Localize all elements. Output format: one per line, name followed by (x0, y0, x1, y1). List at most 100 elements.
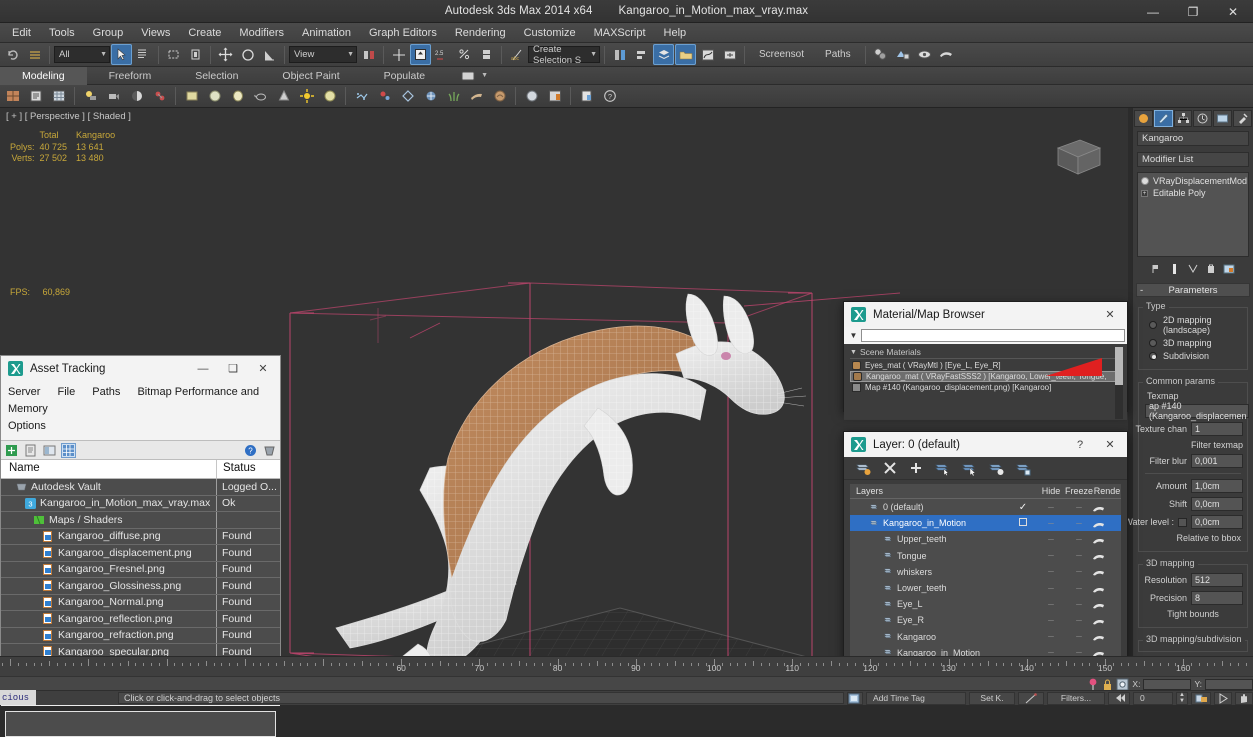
pan-hand-icon[interactable] (1235, 691, 1253, 705)
layer-render-cell[interactable] (1093, 616, 1121, 625)
window-crossing-icon[interactable] (185, 44, 206, 65)
remove-modifier-icon[interactable] (1204, 262, 1218, 276)
layer-current-cell[interactable] (1009, 518, 1037, 528)
particle-system-icon[interactable] (351, 86, 372, 107)
stack-item-modifier[interactable]: VRayDisplacementMod (1138, 175, 1248, 187)
material-entry-map140[interactable]: Map #140 (Kangaroo_displacement.png) [Ka… (850, 382, 1123, 393)
key-filter-icon[interactable] (1087, 677, 1099, 691)
column-hide[interactable]: Hide (1037, 484, 1065, 498)
selection-filter-combo[interactable]: All ▼ (54, 46, 110, 63)
key-filters-icon[interactable] (1191, 691, 1211, 705)
column-status[interactable]: Status (217, 460, 280, 478)
absolute-mode-icon[interactable] (1116, 678, 1129, 691)
coord-x-field[interactable] (1143, 678, 1192, 690)
layer-render-cell[interactable] (1093, 503, 1121, 512)
scene-explorer-icon[interactable] (675, 44, 696, 65)
lock-icon[interactable] (1102, 678, 1113, 691)
refresh-icon[interactable] (5, 444, 18, 457)
material-search-input[interactable] (861, 329, 1125, 342)
layer-row[interactable]: Tongue ─ ─ (850, 548, 1121, 564)
rollout-collapse-icon[interactable]: - (1140, 284, 1143, 297)
box-primitive-icon[interactable] (181, 86, 202, 107)
add-layer-icon[interactable] (909, 461, 923, 475)
maximize-button[interactable]: ❐ (1173, 0, 1213, 23)
list-view-icon[interactable] (24, 444, 37, 457)
column-name[interactable]: Name (1, 460, 217, 478)
table-row[interactable]: Kangaroo_diffuse.png Found (1, 528, 280, 545)
show-end-result-icon[interactable] (1168, 262, 1182, 276)
table-row[interactable]: Kangaroo_reflection.png Found (1, 611, 280, 628)
add-selection-to-layer-icon[interactable] (989, 461, 1004, 476)
radio-icon[interactable] (1149, 321, 1157, 329)
radio-3d-mapping[interactable]: 3D mapping (1149, 338, 1243, 348)
select-highlighted-layer-icon[interactable] (1016, 461, 1031, 476)
menu-create[interactable]: Create (179, 24, 230, 42)
reference-coordinate-combo[interactable]: View ▼ (289, 46, 357, 63)
layer-freeze-cell[interactable]: ─ (1065, 503, 1093, 512)
rectangular-selection-icon[interactable] (163, 44, 184, 65)
material-map-browser-window[interactable]: Material/Map Browser ✕ ▼ ▼ Scene Materia… (843, 301, 1128, 420)
at-menu-file[interactable]: File (57, 386, 75, 398)
column-layers[interactable]: Layers (850, 484, 1037, 498)
layer-freeze-cell[interactable]: ─ (1065, 616, 1093, 625)
select-objects-in-layer-icon[interactable] (935, 461, 950, 476)
material-editor-icon[interactable] (870, 44, 891, 65)
material-sphere-icon[interactable] (521, 86, 542, 107)
hair-fur-icon[interactable] (420, 86, 441, 107)
deform-icon[interactable] (489, 86, 510, 107)
table-row[interactable]: Kangaroo_refraction.png Found (1, 627, 280, 644)
menu-tools[interactable]: Tools (40, 24, 84, 42)
space-warp-icon[interactable] (374, 86, 395, 107)
time-tag-icon[interactable] (847, 691, 863, 705)
light-bulb-icon[interactable] (1141, 177, 1149, 185)
motion-tab[interactable] (1193, 110, 1213, 127)
table-row[interactable]: Autodesk Vault Logged O... (1, 479, 280, 496)
layer-row[interactable]: 0 (default) ✓ ─ ─ (850, 499, 1121, 515)
undo-icon[interactable] (2, 44, 23, 65)
named-selection-combo[interactable]: Create Selection S ▼ (528, 44, 600, 66)
layer-help-button[interactable]: ? (1065, 432, 1095, 457)
layer-hide-cell[interactable]: ─ (1037, 567, 1065, 576)
precision-field[interactable]: 8 (1191, 591, 1243, 605)
layer-manager-icon[interactable] (653, 44, 674, 65)
layer-render-cell[interactable] (1093, 567, 1121, 576)
layer-freeze-cell[interactable]: ─ (1065, 535, 1093, 544)
details-view-icon[interactable] (43, 444, 56, 457)
tight-bounds-label[interactable]: Tight bounds (1145, 609, 1241, 619)
column-render[interactable]: Rende (1093, 484, 1121, 498)
layer-hide-cell[interactable]: ─ (1037, 616, 1065, 625)
select-link-icon[interactable] (24, 44, 45, 65)
layer-row[interactable]: Eye_L ─ ─ (850, 596, 1121, 612)
table-row[interactable]: Kangaroo_Glossiness.png Found (1, 578, 280, 595)
render-setup-icon[interactable] (892, 44, 913, 65)
layer-hide-cell[interactable]: ─ (1037, 584, 1065, 593)
sphere-primitive-icon[interactable] (204, 86, 225, 107)
radio-icon-selected[interactable] (1149, 352, 1157, 360)
close-button[interactable]: ✕ (1213, 0, 1253, 23)
key-mode-icon[interactable] (1018, 691, 1044, 705)
ribbon-display-icon[interactable] (461, 71, 475, 81)
layer-row[interactable]: Kangaroo ─ ─ (850, 629, 1121, 645)
layer-hide-cell[interactable]: ─ (1037, 632, 1065, 641)
select-and-manipulate-icon[interactable] (388, 44, 409, 65)
group-collapse-icon[interactable]: ▼ (850, 349, 857, 356)
create-helpers-icon[interactable] (126, 86, 147, 107)
layer-list[interactable]: 0 (default) ✓ ─ ─ Kangaroo_in_Motion ─ ─ Upper_… (850, 499, 1121, 679)
set-key-button[interactable]: Set K. (969, 691, 1015, 705)
screenshot-label[interactable]: Screensot (749, 49, 814, 60)
create-tab[interactable] (1134, 110, 1153, 127)
layer-hide-cell[interactable]: ─ (1037, 519, 1065, 528)
create-systems-icon[interactable] (149, 86, 170, 107)
cylinder-primitive-icon[interactable] (227, 86, 248, 107)
hf-tool-icon[interactable] (466, 86, 487, 107)
add-time-tag-button[interactable]: Add Time Tag (866, 691, 966, 705)
compound-object-icon[interactable] (397, 86, 418, 107)
table-row[interactable]: Kangaroo_displacement.png Found (1, 545, 280, 562)
layer-freeze-cell[interactable]: ─ (1065, 551, 1093, 560)
percent-snap-icon[interactable] (454, 44, 475, 65)
coord-y-field[interactable] (1205, 678, 1253, 690)
layer-render-cell[interactable] (1093, 600, 1121, 609)
texture-channel-field[interactable]: 1 (1191, 422, 1243, 436)
asset-tracking-window[interactable]: Asset Tracking — ❑ ✕ Server File Paths B… (0, 355, 281, 737)
grid-table-icon[interactable] (48, 86, 69, 107)
